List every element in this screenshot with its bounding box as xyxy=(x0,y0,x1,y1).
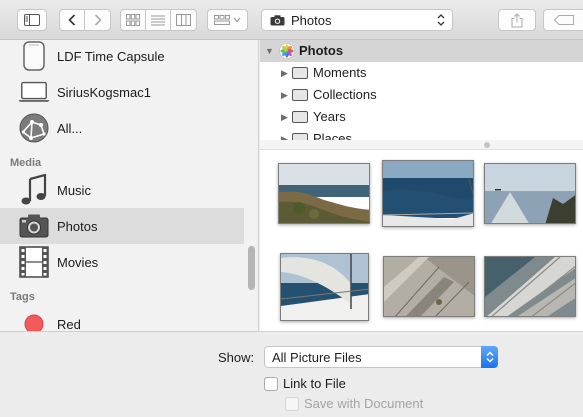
link-to-file-checkbox[interactable]: Link to File xyxy=(264,376,346,391)
view-mode-control xyxy=(120,9,197,31)
sidebar-item-all[interactable]: All... xyxy=(0,110,244,146)
chevron-updown-icon xyxy=(437,14,445,26)
location-label: Photos xyxy=(291,12,332,28)
sidebar-item-photos[interactable]: Photos xyxy=(0,208,244,244)
tree-row-collections[interactable]: ▶ Collections xyxy=(260,84,583,106)
music-note-icon xyxy=(18,174,50,206)
checkbox-box[interactable] xyxy=(264,376,278,391)
sidebar-item-label: LDF Time Capsule xyxy=(57,48,165,64)
film-icon xyxy=(18,246,50,278)
tree-label: Years xyxy=(313,109,346,124)
disclosure-closed-icon[interactable]: ▶ xyxy=(281,68,288,79)
tree-label: Moments xyxy=(313,65,367,80)
checkbox-box[interactable] xyxy=(285,396,299,411)
sidebar: LDF Time Capsule SiriusKogsmac1 All... M… xyxy=(0,40,259,331)
forward-button[interactable] xyxy=(85,10,110,30)
arrange-icon xyxy=(213,15,240,25)
sidebar-item-label: SiriusKogsmac1 xyxy=(57,84,151,100)
folder-icon xyxy=(292,67,308,79)
popup-stepper[interactable] xyxy=(481,346,498,368)
sidebar-scrollbar[interactable] xyxy=(248,246,255,290)
tree-label: Collections xyxy=(313,87,377,102)
folder-icon xyxy=(292,89,308,101)
sidebar-item-time-capsule[interactable]: LDF Time Capsule xyxy=(0,40,244,74)
tag-button[interactable] xyxy=(543,9,583,31)
arrange-button[interactable] xyxy=(207,9,248,31)
sidebar-item-tag-red[interactable]: Red xyxy=(0,306,244,331)
source-tree: ▼ Photos ▶ Moments ▶ Collections ▶ Years… xyxy=(260,40,583,140)
sidebar-toggle-button[interactable] xyxy=(17,9,47,31)
link-to-file-label: Link to File xyxy=(283,376,346,391)
disclosure-closed-icon[interactable]: ▶ xyxy=(281,90,288,101)
laptop-icon xyxy=(18,76,50,108)
column-view-button[interactable] xyxy=(171,10,196,30)
disclosure-open-icon[interactable]: ▼ xyxy=(265,46,274,56)
sidebar-item-label: Movies xyxy=(57,254,99,270)
folder-icon xyxy=(292,111,308,123)
tag-color-icon xyxy=(18,308,50,331)
folder-icon xyxy=(292,133,308,140)
sidebar-item-music[interactable]: Music xyxy=(0,172,244,208)
sidebar-item-label: Music xyxy=(57,182,91,198)
sidebar-toggle-icon xyxy=(24,14,40,26)
sidebar-item-siriuskogsmac1[interactable]: SiriusKogsmac1 xyxy=(0,74,244,110)
options-panel: Show: All Picture Files Link to File Sav… xyxy=(0,331,583,417)
share-icon xyxy=(511,12,523,27)
sidebar-item-movies[interactable]: Movies xyxy=(0,244,244,280)
nav-buttons xyxy=(59,9,111,31)
column-view-icon xyxy=(175,14,191,26)
toolbar: Photos xyxy=(0,0,583,40)
photos-app-icon xyxy=(279,43,295,59)
disclosure-closed-icon[interactable]: ▶ xyxy=(281,112,288,123)
icon-view-icon xyxy=(126,14,141,26)
list-view-button[interactable] xyxy=(146,10,171,30)
sidebar-item-label: Photos xyxy=(57,218,98,234)
tree-row-places[interactable]: ▶ Places xyxy=(260,128,583,140)
chevron-updown-icon xyxy=(485,351,494,363)
back-button[interactable] xyxy=(60,10,86,30)
back-icon xyxy=(68,14,76,26)
show-filter-popup[interactable]: All Picture Files xyxy=(264,346,498,368)
split-divider[interactable] xyxy=(260,140,583,150)
tree-label: Places xyxy=(313,131,353,140)
icon-view-button[interactable] xyxy=(121,10,147,30)
photo-grid xyxy=(260,150,583,331)
section-header-tags: Tags xyxy=(10,291,35,303)
photo-thumbnail[interactable] xyxy=(382,160,474,227)
tree-label: Photos xyxy=(299,43,344,58)
tag-icon xyxy=(553,15,574,25)
photo-thumbnail[interactable] xyxy=(383,256,475,317)
show-label: Show: xyxy=(218,350,255,365)
time-capsule-icon xyxy=(18,40,50,72)
network-icon xyxy=(18,112,50,144)
sidebar-item-label: Red xyxy=(57,316,81,332)
section-header-media: Media xyxy=(10,157,42,169)
show-filter-value: All Picture Files xyxy=(272,349,362,365)
forward-icon xyxy=(94,14,102,26)
camera-icon xyxy=(270,14,285,25)
photo-thumbnail[interactable] xyxy=(484,163,576,224)
photo-thumbnail[interactable] xyxy=(278,163,370,224)
splitter-handle[interactable] xyxy=(484,142,490,148)
photo-thumbnail[interactable] xyxy=(484,256,576,317)
tree-row-moments[interactable]: ▶ Moments xyxy=(260,62,583,84)
location-popup[interactable]: Photos xyxy=(261,9,453,31)
share-button[interactable] xyxy=(498,9,536,31)
tree-row-years[interactable]: ▶ Years xyxy=(260,106,583,128)
tree-row-photos[interactable]: ▼ Photos xyxy=(260,40,583,62)
save-with-document-label: Save with Document xyxy=(304,396,424,411)
camera-icon xyxy=(18,210,50,242)
sidebar-item-label: All... xyxy=(57,120,83,136)
list-view-icon xyxy=(151,15,165,25)
save-with-document-checkbox[interactable]: Save with Document xyxy=(285,396,423,411)
photo-thumbnail[interactable] xyxy=(280,253,369,321)
